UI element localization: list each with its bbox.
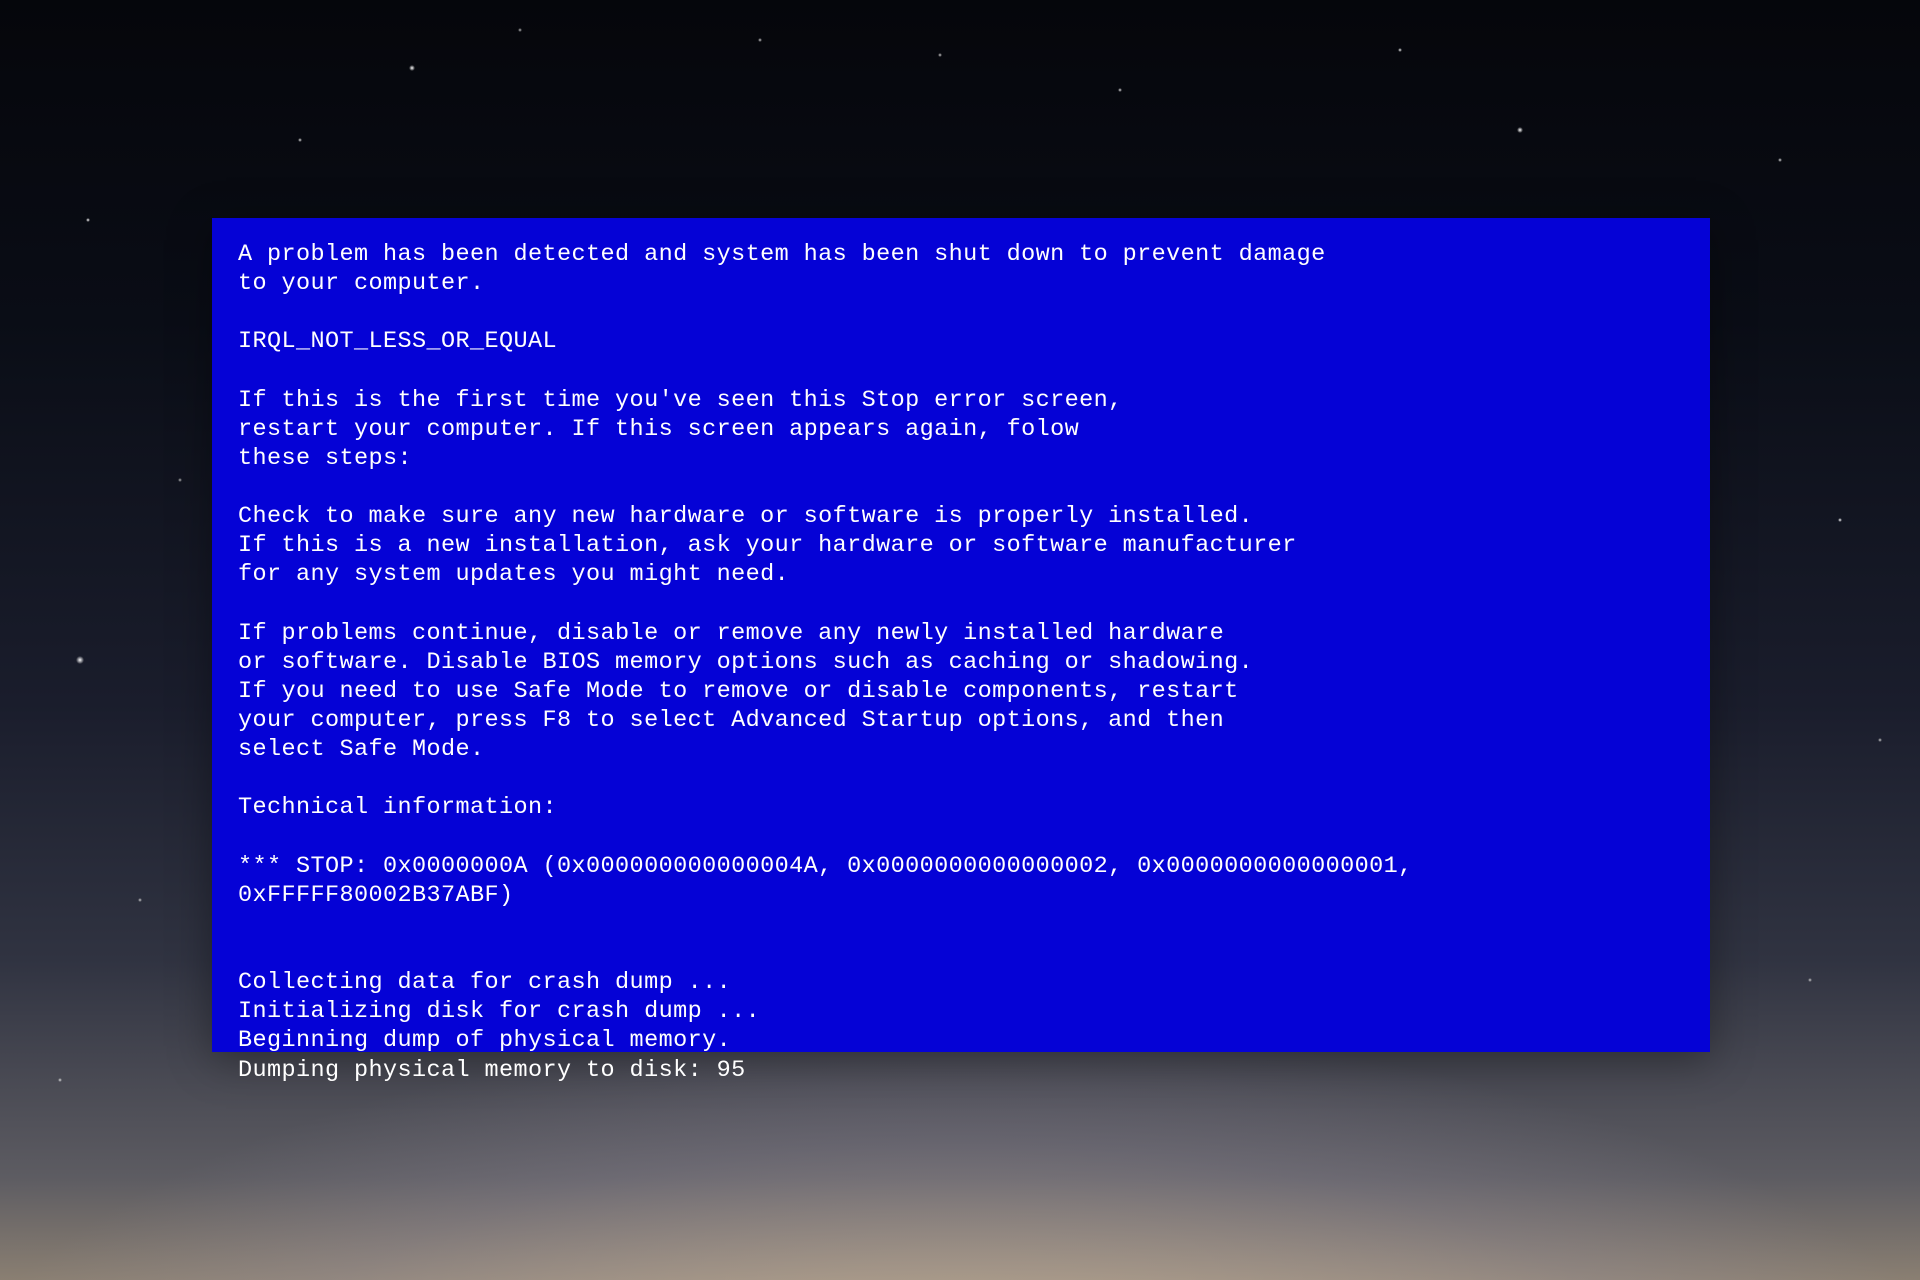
- bsod-text-block: A problem has been detected and system h…: [238, 240, 1684, 1085]
- bsod-first-time-instructions: If this is the first time you've seen th…: [238, 387, 1123, 472]
- bsod-screen: A problem has been detected and system h…: [212, 218, 1710, 1052]
- bsod-error-name: IRQL_NOT_LESS_OR_EQUAL: [238, 328, 557, 355]
- bsod-header: A problem has been detected and system h…: [238, 241, 1326, 297]
- bsod-technical-label: Technical information:: [238, 794, 557, 821]
- bsod-dump-progress-label: Dumping physical memory to disk:: [238, 1057, 717, 1084]
- bsod-dump-collecting: Collecting data for crash dump ...: [238, 969, 731, 996]
- bsod-dump-initializing: Initializing disk for crash dump ...: [238, 998, 760, 1025]
- bsod-problems-continue: If problems continue, disable or remove …: [238, 620, 1253, 764]
- bsod-dump-progress-value: 95: [717, 1057, 746, 1084]
- bsod-check-hardware: Check to make sure any new hardware or s…: [238, 503, 1297, 588]
- bsod-stop-code: *** STOP: 0x0000000A (0x000000000000004A…: [238, 853, 1413, 909]
- bsod-dump-beginning: Beginning dump of physical memory.: [238, 1027, 731, 1054]
